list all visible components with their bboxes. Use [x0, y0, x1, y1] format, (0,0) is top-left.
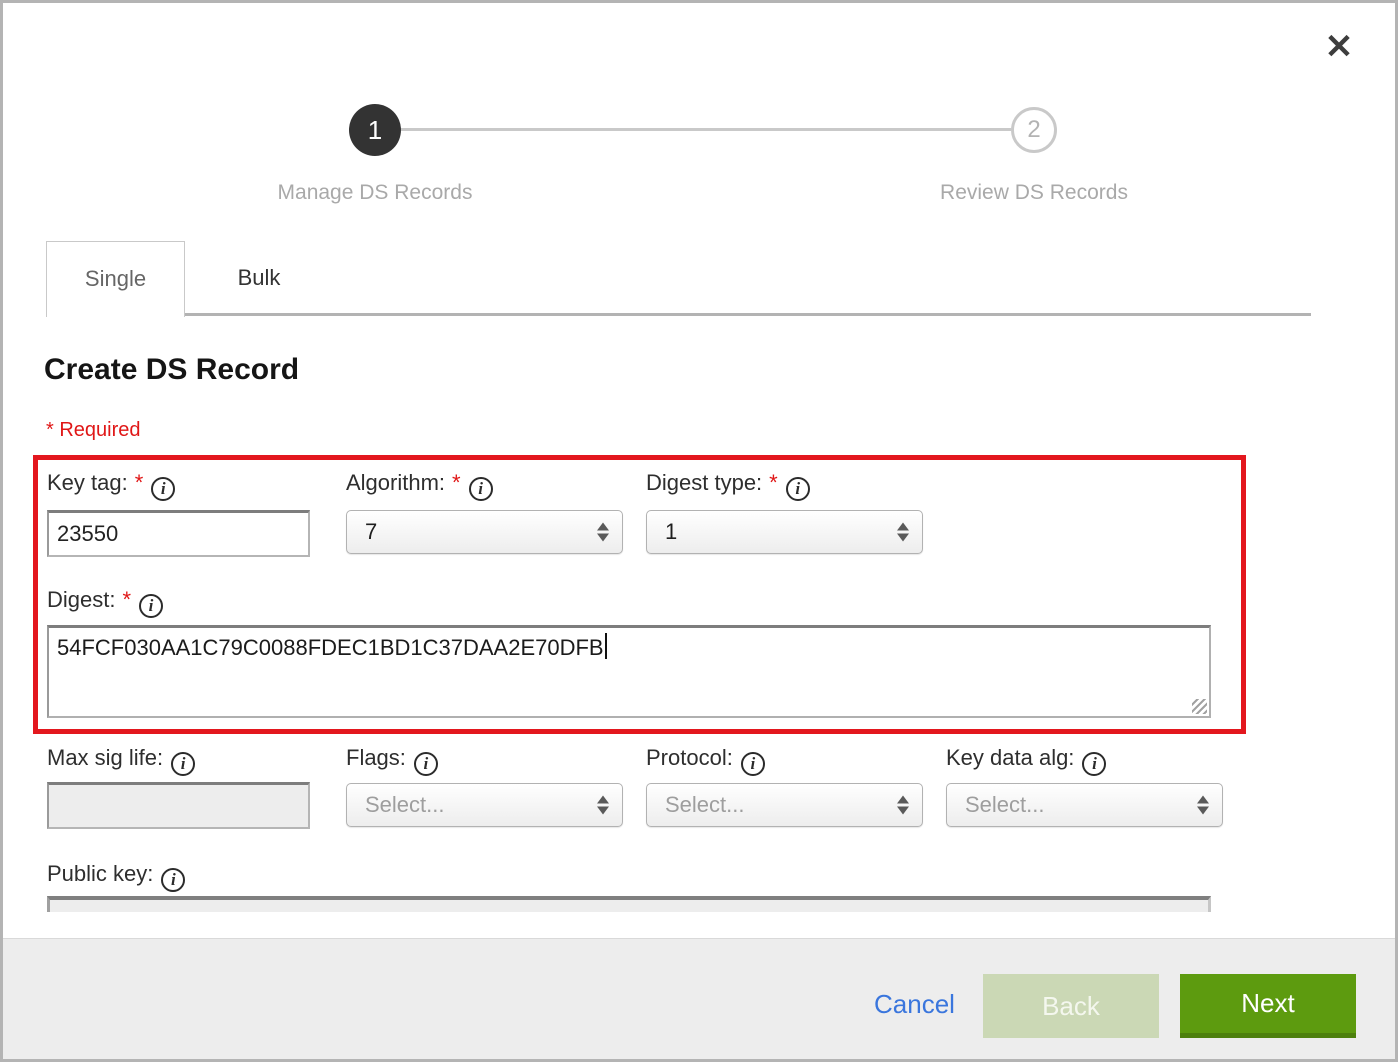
key-data-alg-label-text: Key data alg:: [946, 745, 1074, 770]
info-icon[interactable]: i: [1082, 752, 1106, 776]
protocol-select-value: Select...: [665, 784, 744, 826]
select-arrows-icon: [897, 523, 909, 542]
flags-select[interactable]: Select...: [346, 783, 623, 827]
key-data-alg-label: Key data alg: i: [946, 745, 1106, 776]
select-arrows-icon: [597, 523, 609, 542]
required-asterisk: *: [122, 587, 131, 612]
info-icon[interactable]: i: [469, 477, 493, 501]
algorithm-label-text: Algorithm:: [346, 470, 445, 495]
info-icon[interactable]: i: [414, 752, 438, 776]
select-arrows-icon: [897, 796, 909, 815]
select-arrows-icon: [597, 796, 609, 815]
digest-label-text: Digest:: [47, 587, 115, 612]
flags-select-value: Select...: [365, 784, 444, 826]
max-sig-life-label: Max sig life: i: [47, 745, 195, 776]
digest-type-label: Digest type: * i: [646, 470, 810, 501]
public-key-label-text: Public key:: [47, 861, 153, 886]
key-tag-label-text: Key tag:: [47, 470, 128, 495]
key-data-alg-select[interactable]: Select...: [946, 783, 1223, 827]
flags-label-text: Flags:: [346, 745, 406, 770]
max-sig-life-label-text: Max sig life:: [47, 745, 163, 770]
protocol-label-text: Protocol:: [646, 745, 733, 770]
close-icon[interactable]: ✕: [1315, 23, 1363, 71]
digest-value: 54FCF030AA1C79C0088FDEC1BD1C37DAA2E70DFB: [57, 635, 604, 660]
info-icon[interactable]: i: [161, 868, 185, 892]
tab-single[interactable]: Single: [46, 241, 185, 317]
step-2-label: Review DS Records: [884, 181, 1184, 205]
modal-footer: Cancel Back Next: [3, 938, 1395, 1059]
digest-type-select-value: 1: [665, 511, 677, 553]
required-asterisk: *: [135, 470, 144, 495]
page-title: Create DS Record: [44, 353, 299, 387]
step-1-circle: 1: [349, 104, 401, 156]
create-ds-record-modal: ✕ 1 2 Manage DS Records Review DS Record…: [0, 0, 1398, 1062]
protocol-label: Protocol: i: [646, 745, 765, 776]
max-sig-life-input[interactable]: [47, 782, 310, 829]
resize-handle-icon[interactable]: [1192, 699, 1207, 714]
digest-type-label-text: Digest type:: [646, 470, 762, 495]
tab-underline: [185, 313, 1311, 316]
key-data-alg-select-value: Select...: [965, 784, 1044, 826]
key-tag-input[interactable]: [47, 510, 310, 557]
info-icon[interactable]: i: [786, 477, 810, 501]
public-key-textarea[interactable]: [47, 896, 1211, 912]
back-button[interactable]: Back: [983, 974, 1159, 1038]
next-button[interactable]: Next: [1180, 974, 1356, 1038]
required-asterisk: *: [769, 470, 778, 495]
info-icon[interactable]: i: [171, 752, 195, 776]
step-2-circle: 2: [1011, 107, 1057, 153]
algorithm-select[interactable]: 7: [346, 510, 623, 554]
flags-label: Flags: i: [346, 745, 438, 776]
stepper-connector: [401, 128, 1011, 131]
tab-bulk[interactable]: Bulk: [186, 242, 332, 314]
public-key-label: Public key: i: [47, 861, 185, 892]
algorithm-select-value: 7: [365, 511, 377, 553]
digest-textarea[interactable]: 54FCF030AA1C79C0088FDEC1BD1C37DAA2E70DFB: [47, 625, 1211, 718]
text-cursor: [605, 633, 607, 659]
digest-type-select[interactable]: 1: [646, 510, 923, 554]
info-icon[interactable]: i: [741, 752, 765, 776]
digest-label: Digest: * i: [47, 587, 163, 618]
key-tag-label: Key tag: * i: [47, 470, 175, 501]
required-note: * Required: [46, 419, 141, 442]
info-icon[interactable]: i: [139, 594, 163, 618]
step-1-label: Manage DS Records: [225, 181, 525, 205]
protocol-select[interactable]: Select...: [646, 783, 923, 827]
algorithm-label: Algorithm: * i: [346, 470, 493, 501]
cancel-button[interactable]: Cancel: [874, 989, 955, 1020]
required-asterisk: *: [452, 470, 461, 495]
select-arrows-icon: [1197, 796, 1209, 815]
info-icon[interactable]: i: [151, 477, 175, 501]
